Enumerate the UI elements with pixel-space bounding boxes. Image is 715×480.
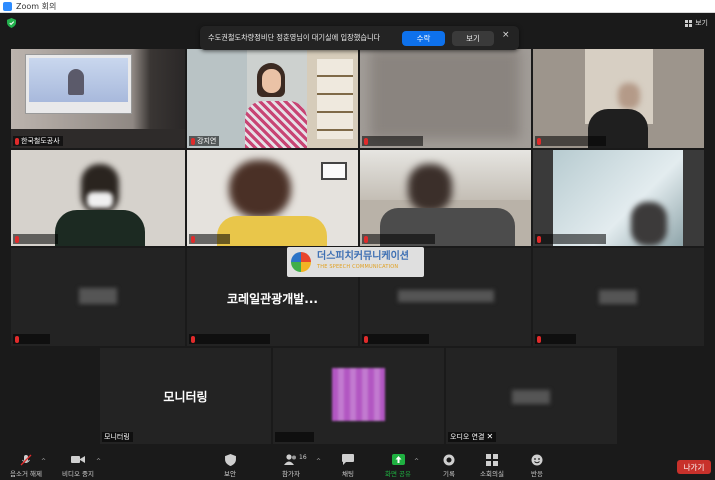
muted-mic-icon — [191, 235, 195, 243]
record-label: 기록 — [443, 470, 455, 478]
muted-mic-icon — [15, 235, 19, 243]
encryption-shield-icon[interactable] — [7, 18, 16, 28]
stop-video-button[interactable]: 비디오 중지 — [58, 454, 98, 478]
close-notification-icon[interactable]: × — [502, 30, 510, 40]
participant-name — [189, 234, 230, 244]
stop-video-label: 비디오 중지 — [62, 470, 94, 478]
microphone-muted-icon — [20, 454, 32, 466]
participant-name: 모니터링 — [102, 432, 133, 442]
participant-name — [189, 334, 270, 344]
participant-name — [275, 432, 314, 442]
muted-mic-icon — [537, 137, 541, 145]
participant-name: 오디오 연결 ✕ — [448, 432, 497, 442]
muted-mic-icon — [364, 335, 368, 343]
participants-label: 참가자 — [282, 470, 300, 478]
share-screen-icon — [391, 454, 405, 465]
participant-name: 한국철도공사 — [13, 136, 63, 146]
view-waiting-room-button[interactable]: 보기 — [452, 31, 494, 46]
notification-text: 수도권철도차량정비단 정훈영님이 대기실에 입장했습니다 — [208, 33, 381, 42]
muted-mic-icon — [191, 137, 195, 145]
participant-name — [535, 334, 576, 344]
zoom-app-icon — [3, 1, 12, 11]
avatar — [332, 368, 385, 421]
video-tile-13[interactable]: 모니터링 모니터링 — [100, 348, 271, 444]
participant-name — [13, 334, 50, 344]
video-tile-3[interactable] — [360, 49, 531, 148]
leave-meeting-button[interactable]: 나가기 — [677, 460, 711, 474]
participant-name — [535, 136, 606, 146]
security-shield-icon — [224, 454, 236, 466]
video-tile-14[interactable] — [273, 348, 444, 444]
projector-screen — [25, 54, 132, 114]
video-tile-1[interactable]: 한국철도공사 — [11, 49, 185, 148]
watermark-logo: 더스피치커뮤니케이션 THE SPEECH COMMUNICATION — [287, 247, 424, 277]
unmute-label: 음소거 해제 — [10, 470, 42, 478]
participant-name — [535, 234, 606, 244]
share-options-caret-icon[interactable]: ^ — [414, 458, 419, 465]
logo-icon — [291, 252, 311, 272]
video-tile-9[interactable] — [11, 248, 185, 346]
muted-mic-icon — [15, 335, 19, 343]
breakout-rooms-label: 소회의실 — [480, 470, 504, 478]
participants-count: 16 — [299, 454, 307, 461]
reactions-smiley-icon — [531, 454, 543, 466]
video-tile-12[interactable] — [533, 248, 704, 346]
participants-icon — [284, 454, 296, 465]
chat-button[interactable]: 채팅 — [336, 454, 360, 478]
audio-options-caret-icon[interactable]: ^ — [41, 458, 46, 465]
participant-name: 강지연 — [189, 136, 220, 146]
view-button-label: 보기 — [695, 19, 708, 27]
share-screen-label: 화면 공유 — [385, 470, 411, 478]
record-icon — [443, 454, 455, 466]
reactions-label: 반응 — [531, 470, 543, 478]
reactions-button[interactable]: 반응 — [525, 454, 549, 478]
window-title: Zoom 회의 — [16, 1, 57, 11]
participant-display-name: 모니터링 — [163, 390, 208, 404]
admit-button[interactable]: 수락 — [402, 31, 445, 46]
participants-options-caret-icon[interactable]: ^ — [316, 458, 321, 465]
video-options-caret-icon[interactable]: ^ — [96, 458, 101, 465]
participant-name — [362, 334, 429, 344]
muted-mic-icon — [537, 335, 541, 343]
chat-bubble-icon — [342, 454, 354, 465]
view-button[interactable]: 보기 — [681, 16, 712, 30]
record-button[interactable]: 기록 — [437, 454, 461, 478]
participant-display-name: 코레일관광개발... — [227, 292, 318, 306]
window-titlebar: Zoom 회의 — [0, 0, 715, 13]
blurred-name — [512, 390, 550, 404]
video-tile-15[interactable]: 오디오 연결 ✕ — [446, 348, 617, 444]
watermark-subtitle: THE SPEECH COMMUNICATION — [317, 264, 399, 270]
video-tile-8[interactable] — [533, 150, 704, 246]
muted-mic-icon — [537, 235, 541, 243]
participant-name — [362, 234, 435, 244]
waiting-room-notification: 수도권철도차량정비단 정훈영님이 대기실에 입장했습니다 수락 보기 × — [200, 26, 519, 50]
muted-mic-icon — [364, 137, 368, 145]
participant-name — [13, 234, 58, 244]
blurred-name — [398, 290, 494, 302]
unmute-button[interactable]: 음소거 해제 — [8, 454, 44, 478]
video-camera-icon — [71, 456, 85, 463]
video-tile-6[interactable] — [187, 150, 358, 246]
security-label: 보안 — [224, 470, 236, 478]
close-icon: ✕ — [486, 432, 494, 441]
breakout-rooms-icon — [486, 454, 498, 466]
video-tile-2[interactable]: 강지연 — [187, 49, 358, 148]
security-button[interactable]: 보안 — [218, 454, 242, 478]
watermark-title: 더스피치커뮤니케이션 — [317, 251, 409, 262]
muted-mic-icon — [364, 235, 368, 243]
video-tile-7[interactable] — [360, 150, 531, 246]
share-screen-button[interactable]: 화면 공유 — [380, 454, 416, 478]
video-tile-5[interactable] — [11, 150, 185, 246]
muted-mic-icon — [15, 137, 19, 145]
chat-label: 채팅 — [342, 470, 354, 478]
blurred-name — [599, 290, 637, 304]
video-tile-4[interactable] — [533, 49, 704, 148]
breakout-rooms-button[interactable]: 소회의실 — [476, 454, 508, 478]
participant-name — [362, 136, 423, 146]
muted-mic-icon — [191, 335, 195, 343]
blurred-name — [79, 288, 117, 304]
grid-view-icon — [685, 19, 693, 27]
